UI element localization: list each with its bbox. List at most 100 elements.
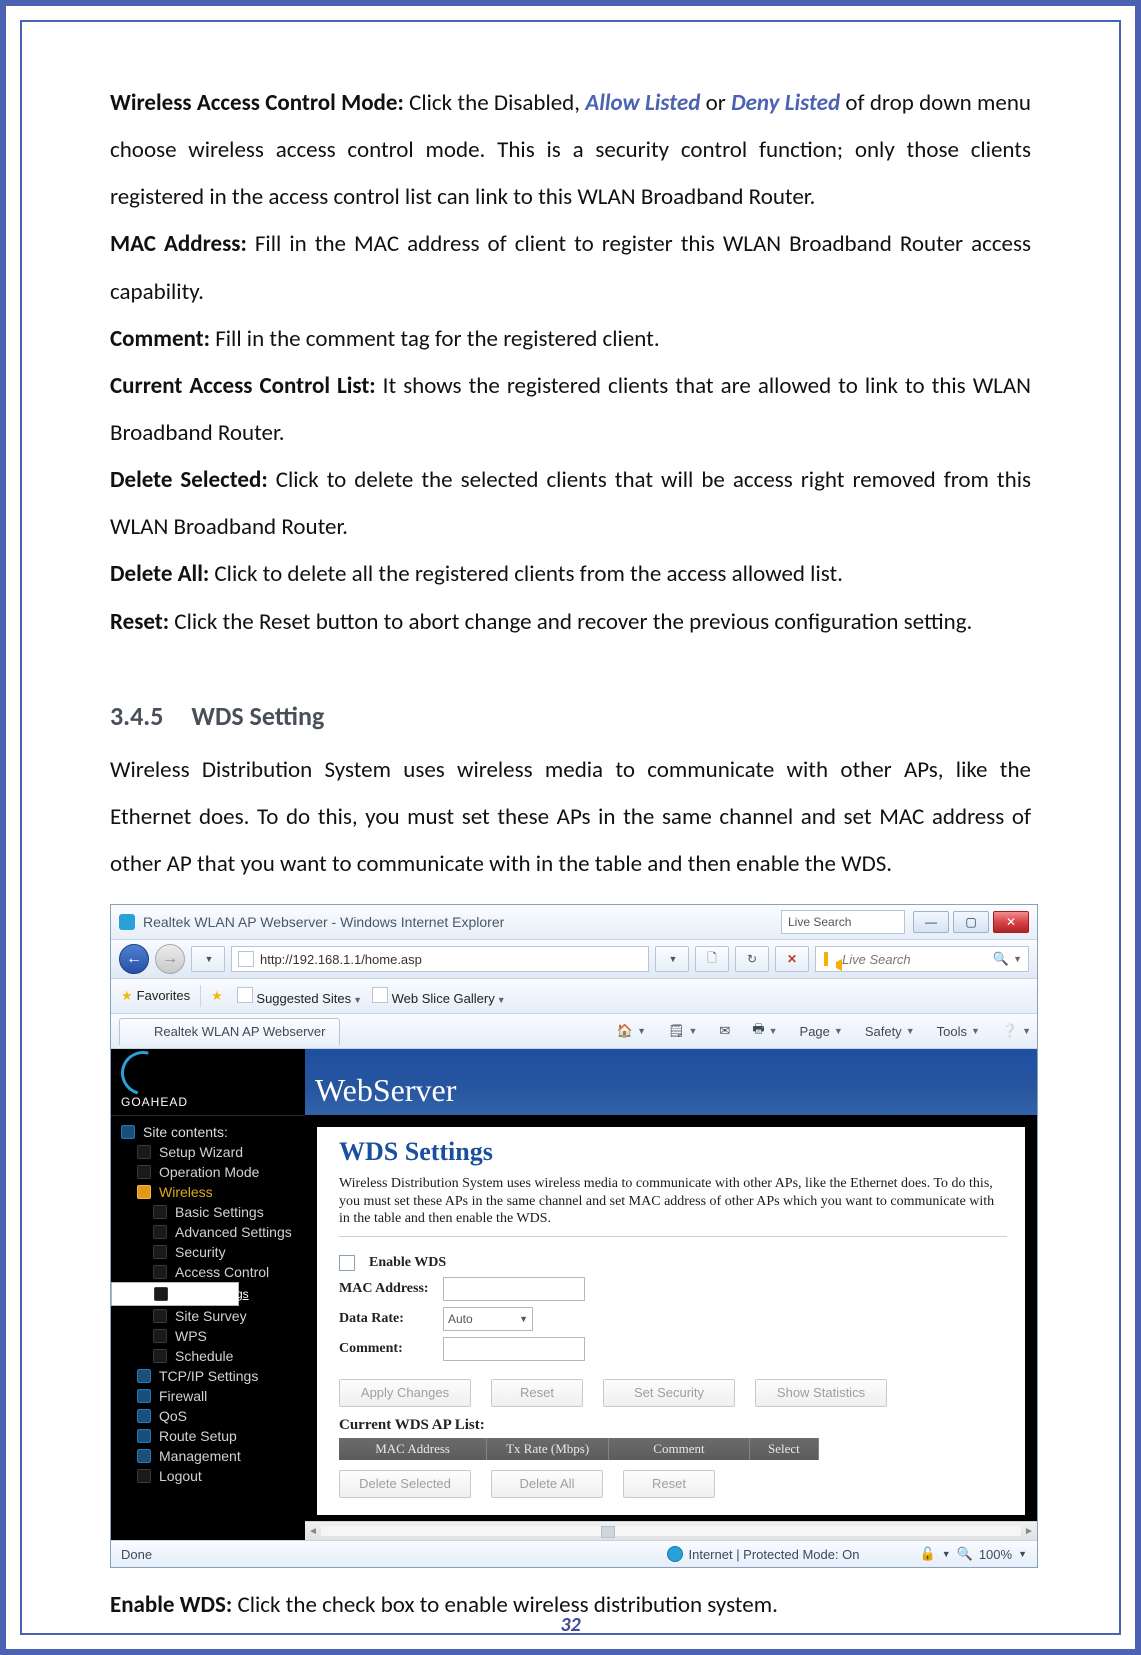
sidebar-item-advanced-settings[interactable]: Advanced Settings (111, 1222, 305, 1242)
globe-icon (667, 1546, 683, 1562)
page-icon (153, 1225, 167, 1239)
sidebar-item-wds-settings[interactable]: WDS settings (111, 1282, 239, 1306)
section-heading: 3.4.5WDS Setting (110, 690, 1031, 743)
compat-button[interactable]: 🗋 (695, 946, 729, 972)
page-number: 32 (22, 1613, 1119, 1637)
page-icon (137, 1165, 151, 1179)
sidebar-item-basic-settings[interactable]: Basic Settings (111, 1202, 305, 1222)
sidebar-item-tcpip[interactable]: TCP/IP Settings (111, 1366, 305, 1386)
sidebar-item-wireless[interactable]: Wireless (111, 1182, 305, 1202)
web-slice-gallery-button[interactable]: Web Slice Gallery▼ (372, 987, 506, 1006)
sidebar-item-qos[interactable]: QoS (111, 1406, 305, 1426)
stop-button[interactable]: ✕ (775, 946, 809, 972)
sidebar-item-security[interactable]: Security (111, 1242, 305, 1262)
scroll-thumb[interactable] (601, 1526, 615, 1538)
label-current-acl: Current Access Control List: (110, 372, 376, 400)
protected-mode-icon[interactable]: 🔓 (920, 1546, 936, 1562)
refresh-button[interactable]: ↻ (735, 946, 769, 972)
page-icon (153, 1349, 167, 1363)
sidebar-item-setup-wizard[interactable]: Setup Wizard (111, 1142, 305, 1162)
url-text: http://192.168.1.1/home.asp (260, 952, 422, 967)
zoom-icon[interactable]: 🔍 (957, 1546, 973, 1562)
nav-history-dropdown[interactable]: ▼ (191, 946, 225, 972)
opt-deny-listed: Deny Listed (731, 89, 840, 117)
feeds-button[interactable]: 🗒▼ (662, 1023, 703, 1039)
sidebar-item-access-control[interactable]: Access Control (111, 1262, 305, 1282)
sidebar-root[interactable]: Site contents: (111, 1122, 305, 1142)
status-mode: Internet | Protected Mode: On (689, 1547, 860, 1562)
search-field[interactable]: Live Search 🔍 ▼ (815, 946, 1029, 972)
star-group-icon: ★ (211, 988, 223, 1003)
help-button[interactable]: ❔▼ (996, 1023, 1037, 1039)
address-bar: ← → ▼ http://192.168.1.1/home.asp ▼ 🗋 ↻ … (111, 940, 1037, 979)
safety-menu[interactable]: Safety▼ (859, 1024, 921, 1039)
reset-button[interactable]: Reset (491, 1379, 583, 1407)
panel-heading: WDS Settings (339, 1137, 1007, 1167)
data-rate-label: Data Rate: (339, 1311, 429, 1327)
nav-forward-button[interactable]: → (155, 944, 185, 974)
sidebar-item-wps[interactable]: WPS (111, 1326, 305, 1346)
page-icon (372, 987, 388, 1003)
sidebar-item-schedule[interactable]: Schedule (111, 1346, 305, 1366)
banner-title: WebServer (315, 1072, 456, 1109)
sidebar-item-management[interactable]: Management (111, 1446, 305, 1466)
para-reset: Reset: Click the Reset button to abort c… (110, 599, 1031, 646)
sidebar-item-logout[interactable]: Logout (111, 1466, 305, 1486)
zoom-dropdown[interactable]: ▼ (1018, 1549, 1027, 1559)
scroll-right-icon[interactable]: ► (1021, 1526, 1037, 1537)
delete-selected-button[interactable]: Delete Selected (339, 1470, 471, 1498)
sidebar-item-firewall[interactable]: Firewall (111, 1386, 305, 1406)
nav-back-button[interactable]: ← (119, 944, 149, 974)
delete-all-button[interactable]: Delete All (491, 1470, 603, 1498)
compat-dropdown[interactable]: ▼ (655, 946, 689, 972)
col-comment: Comment (609, 1438, 750, 1460)
suggested-sites-button[interactable]: Suggested Sites▼ (237, 987, 362, 1006)
print-button[interactable]: 🖶▼ (746, 1020, 783, 1042)
browser-tab[interactable]: Realtek WLAN AP Webserver (119, 1018, 340, 1045)
para-delete-selected: Delete Selected: Click to delete the sel… (110, 457, 1031, 551)
data-rate-value: Auto (448, 1312, 473, 1326)
label-mac-address: MAC Address: (110, 230, 247, 258)
page-icon (237, 987, 253, 1003)
comment-input[interactable] (443, 1337, 585, 1361)
title-search-box[interactable]: Live Search (781, 910, 905, 934)
search-icon[interactable]: 🔍 (993, 951, 1009, 967)
window-maximize-button[interactable]: ▢ (953, 911, 989, 933)
sidebar-item-site-survey[interactable]: Site Survey (111, 1306, 305, 1326)
label-comment: Comment: (110, 325, 210, 353)
mac-address-input[interactable] (443, 1277, 585, 1301)
folder-open-icon (137, 1185, 151, 1199)
enable-wds-checkbox[interactable] (339, 1255, 355, 1271)
sidebar-item-route-setup[interactable]: Route Setup (111, 1426, 305, 1446)
data-rate-select[interactable]: Auto ▼ (443, 1307, 533, 1331)
sidebar-item-operation-mode[interactable]: Operation Mode (111, 1162, 305, 1182)
tab-bar: Realtek WLAN AP Webserver 🏠▼ 🗒▼ ✉ 🖶▼ Pag… (111, 1014, 1037, 1049)
document-body: Wireless Access Control Mode: Click the … (110, 80, 1031, 888)
page-icon (137, 1145, 151, 1159)
folder-icon (121, 1125, 135, 1139)
home-button[interactable]: 🏠▼ (611, 1023, 652, 1039)
scroll-left-icon[interactable]: ◄ (305, 1526, 321, 1537)
tab-title: Realtek WLAN AP Webserver (154, 1024, 325, 1039)
col-mac: MAC Address (339, 1438, 487, 1460)
router-content: WebServer WDS Settings Wireless Distribu… (305, 1049, 1037, 1540)
label-reset: Reset: (110, 608, 169, 636)
horizontal-scrollbar[interactable]: ◄ ► (305, 1521, 1037, 1540)
window-close-button[interactable]: ✕ (993, 911, 1029, 933)
mail-button[interactable]: ✉ (713, 1023, 736, 1039)
show-statistics-button[interactable]: Show Statistics (755, 1379, 887, 1407)
set-security-button[interactable]: Set Security (603, 1379, 735, 1407)
tools-menu[interactable]: Tools▼ (931, 1024, 986, 1039)
fav-multi-icon[interactable]: ★ (211, 988, 227, 1004)
url-field[interactable]: http://192.168.1.1/home.asp (231, 946, 649, 972)
reset-list-button[interactable]: Reset (623, 1470, 715, 1498)
status-done: Done (121, 1547, 152, 1562)
window-titlebar: Realtek WLAN AP Webserver - Windows Inte… (111, 905, 1037, 940)
page-menu[interactable]: Page▼ (794, 1024, 849, 1039)
search-provider-dropdown[interactable]: ▼ (1013, 954, 1022, 964)
window-minimize-button[interactable]: — (913, 911, 949, 933)
favorites-button[interactable]: ★Favorites (121, 988, 190, 1004)
page-icon (153, 1309, 167, 1323)
label-delete-all: Delete All: (110, 560, 209, 588)
apply-changes-button[interactable]: Apply Changes (339, 1379, 471, 1407)
